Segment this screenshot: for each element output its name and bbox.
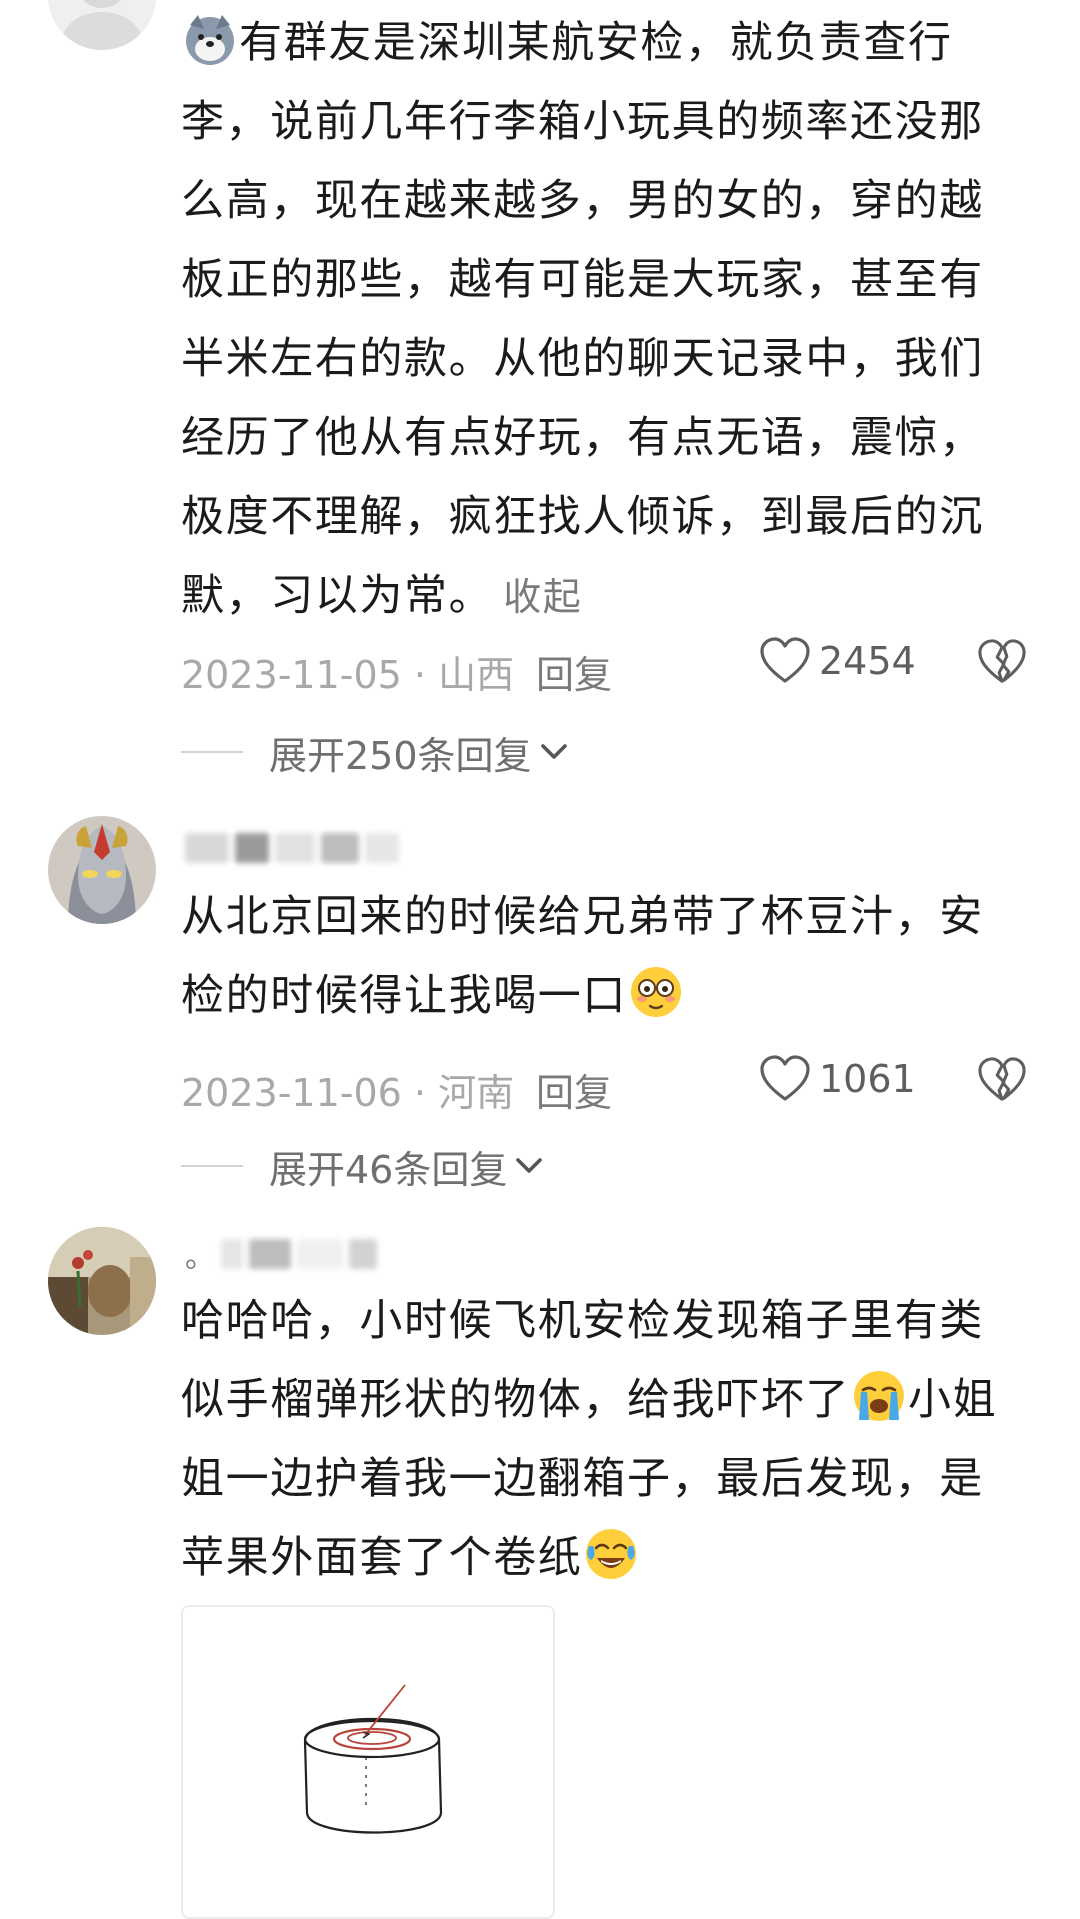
- avatar-image: [48, 1227, 156, 1335]
- like-count: 1061: [819, 1057, 916, 1101]
- date-location: 2023-11-05 · 山西: [181, 653, 515, 697]
- username-prefix: 。: [185, 1240, 215, 1275]
- avatar-image: [48, 816, 156, 924]
- expand-replies-label: 展开46条回复: [269, 1147, 508, 1192]
- heart-icon: [760, 1055, 810, 1101]
- like-button[interactable]: 2454: [759, 636, 916, 686]
- chevron-down-icon: [516, 1158, 543, 1173]
- collapse-link[interactable]: 收起: [503, 575, 582, 619]
- expand-replies-label: 展开250条回复: [269, 733, 532, 778]
- dog-face-emoji: [182, 11, 238, 67]
- attached-image[interactable]: [181, 1605, 555, 1919]
- meta-row: 2023-11-06 · 河南 回复 1061: [181, 1054, 1031, 1117]
- comment-body: 有群友是深圳某航安检，就负责查行李，说前几年行李箱小玩具的频率还没那么高，现在越…: [181, 4, 1011, 637]
- reply-button[interactable]: 回复: [536, 644, 612, 699]
- expand-replies[interactable]: 展开46条回复: [181, 1138, 545, 1194]
- avatar[interactable]: [48, 816, 156, 924]
- comment-body: 哈哈哈，小时候飞机安检发现箱子里有类似手榴弹形状的物体，给我吓坏了 小姐姐一边护…: [181, 1296, 998, 1583]
- username-blurred[interactable]: [185, 826, 399, 870]
- heart-icon: [760, 637, 810, 683]
- avatar[interactable]: [48, 1227, 156, 1335]
- flushed-face-emoji: [628, 964, 684, 1020]
- date-location: 2023-11-06 · 河南: [181, 1071, 515, 1115]
- toilet-roll-drawing-image: [303, 1684, 443, 1834]
- username-blurred[interactable]: 。: [185, 1232, 377, 1276]
- chevron-down-icon: [540, 744, 567, 759]
- expand-replies[interactable]: 展开250条回复: [181, 724, 570, 780]
- comment-body: 从北京回来的时候给兄弟带了杯豆汁，安检的时候得让我喝一口: [181, 892, 984, 1021]
- meta-row: 2023-11-05 · 山西 回复 2454: [181, 636, 1031, 699]
- like-button[interactable]: 1061: [759, 1054, 916, 1104]
- broken-heart-icon[interactable]: [977, 638, 1027, 686]
- avatar[interactable]: [48, 0, 156, 50]
- divider-line: [181, 1165, 243, 1167]
- loudly-crying-face-emoji: [851, 1368, 907, 1424]
- like-count: 2454: [819, 639, 916, 683]
- avatar-image: [48, 0, 156, 50]
- broken-heart-icon[interactable]: [977, 1056, 1027, 1104]
- reply-button[interactable]: 回复: [536, 1062, 612, 1117]
- divider-line: [181, 751, 243, 753]
- tears-of-joy-emoji: [583, 1526, 639, 1582]
